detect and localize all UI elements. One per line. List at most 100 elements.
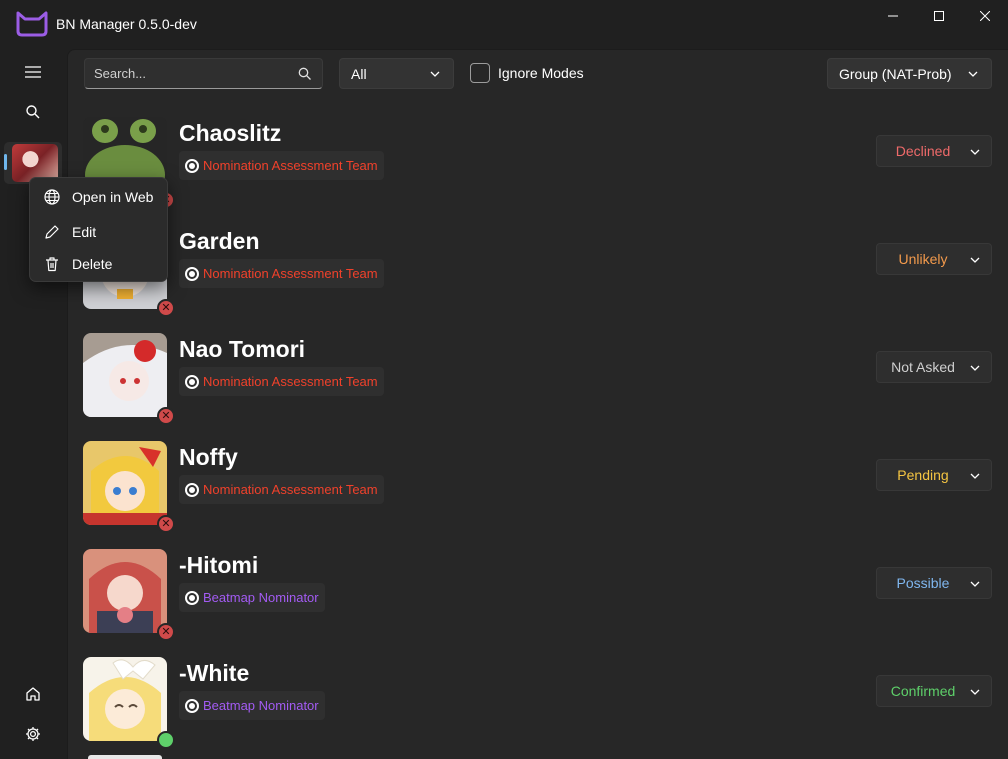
edit-label: Edit [72,224,97,240]
pencil-icon [45,225,59,239]
radio-icon [185,266,199,281]
offline-status-dot: ✕ [157,299,175,317]
edit-item[interactable]: Edit [34,217,165,247]
search-input[interactable] [85,66,285,81]
radio-icon [185,698,199,713]
group-name: Nomination Assessment Team [203,482,378,497]
group-value: Group (NAT-Prob) [839,65,952,82]
search-icon[interactable] [298,67,312,81]
group-badge: Nomination Assessment Team [179,151,384,180]
active-indicator [4,154,7,170]
menu-button[interactable] [13,54,53,90]
chevron-down-icon [430,71,440,77]
list-item: ✕ -Hitomi Beatmap Nominator Possible [83,549,993,641]
status-value: Unlikely [898,251,948,267]
side-rail [0,48,66,759]
list-item: ✕ Noffy Nomination Assessment Team Pendi… [83,441,993,533]
user-avatar[interactable] [83,333,167,417]
home-button[interactable] [13,676,53,712]
hamburger-menu-icon [25,66,41,78]
search-field[interactable] [84,58,323,89]
search-icon [26,105,40,119]
close-button[interactable] [962,0,1008,32]
user-avatar[interactable] [83,549,167,633]
username[interactable]: Chaoslitz [179,120,281,147]
group-name: Nomination Assessment Team [203,158,378,173]
list-item: -White Beatmap Nominator Confirmed [83,657,993,749]
filter-dropdown[interactable]: All [339,58,454,89]
chevron-down-icon [970,689,980,695]
group-name: Beatmap Nominator [203,590,319,605]
home-icon [26,687,40,701]
rail-search-button[interactable] [13,94,53,130]
list-item: ✕ Garden Nomination Assessment Team Unli… [83,225,993,317]
filter-value: All [351,65,367,82]
radio-icon [185,374,199,389]
username[interactable]: -White [179,660,249,687]
chevron-down-icon [970,149,980,155]
minimize-button[interactable] [870,0,916,32]
group-dropdown[interactable]: Group (NAT-Prob) [827,58,992,89]
open-in-web-label: Open in Web [72,189,154,205]
user-avatar[interactable] [83,657,167,741]
status-value: Confirmed [890,683,956,699]
anime-avatar-image [83,333,167,417]
open-in-web-item[interactable]: Open in Web [34,182,165,212]
next-avatar-peek [88,755,162,759]
radio-icon [185,590,199,605]
chevron-down-icon [970,473,980,479]
anime-avatar-image [83,441,167,525]
offline-status-dot: ✕ [157,407,175,425]
ignore-modes-label: Ignore Modes [498,65,584,81]
status-dropdown[interactable]: Pending [876,459,992,491]
settings-button[interactable] [13,716,53,752]
group-name: Nomination Assessment Team [203,266,378,281]
offline-status-dot: ✕ [157,623,175,641]
group-badge: Beatmap Nominator [179,691,325,720]
anime-avatar-image [83,657,167,741]
status-value: Pending [897,467,949,483]
group-name: Beatmap Nominator [203,698,319,713]
group-badge: Nomination Assessment Team [179,475,384,504]
group-badge: Beatmap Nominator [179,583,325,612]
username[interactable]: Garden [179,228,260,255]
status-dropdown[interactable]: Possible [876,567,992,599]
minimize-icon [888,15,898,17]
user-avatar[interactable] [83,441,167,525]
title-bar: BN Manager 0.5.0-dev [0,0,1008,48]
maximize-button[interactable] [916,0,962,32]
chevron-down-icon [970,365,980,371]
trash-icon [46,257,58,272]
maximize-icon [934,11,944,21]
close-icon [980,11,990,21]
status-dropdown[interactable]: Declined [876,135,992,167]
cat-head-icon [16,11,48,37]
group-badge: Nomination Assessment Team [179,367,384,396]
anime-avatar-image [83,549,167,633]
radio-icon [185,482,199,497]
radio-icon [185,158,199,173]
status-value: Declined [895,143,951,159]
group-badge: Nomination Assessment Team [179,259,384,288]
ignore-modes-checkbox[interactable] [470,63,490,83]
ignore-modes-toggle[interactable]: Ignore Modes [470,63,584,83]
status-value: Possible [896,575,950,591]
username[interactable]: -Hitomi [179,552,258,579]
status-dropdown[interactable]: Unlikely [876,243,992,275]
status-dropdown[interactable]: Confirmed [876,675,992,707]
status-dropdown[interactable]: Not Asked [876,351,992,383]
list-item: ✕ Nao Tomori Nomination Assessment Team … [83,333,993,425]
window-title: BN Manager 0.5.0-dev [56,16,197,32]
chevron-down-icon [970,257,980,263]
group-name: Nomination Assessment Team [203,374,378,389]
status-value: Not Asked [891,359,955,375]
chevron-down-icon [968,71,978,77]
chevron-down-icon [970,581,980,587]
online-status-dot [157,731,175,749]
delete-item[interactable]: Delete [34,249,165,279]
delete-label: Delete [72,256,113,272]
gear-icon [26,727,40,741]
username[interactable]: Noffy [179,444,238,471]
username[interactable]: Nao Tomori [179,336,305,363]
offline-status-dot: ✕ [157,515,175,533]
